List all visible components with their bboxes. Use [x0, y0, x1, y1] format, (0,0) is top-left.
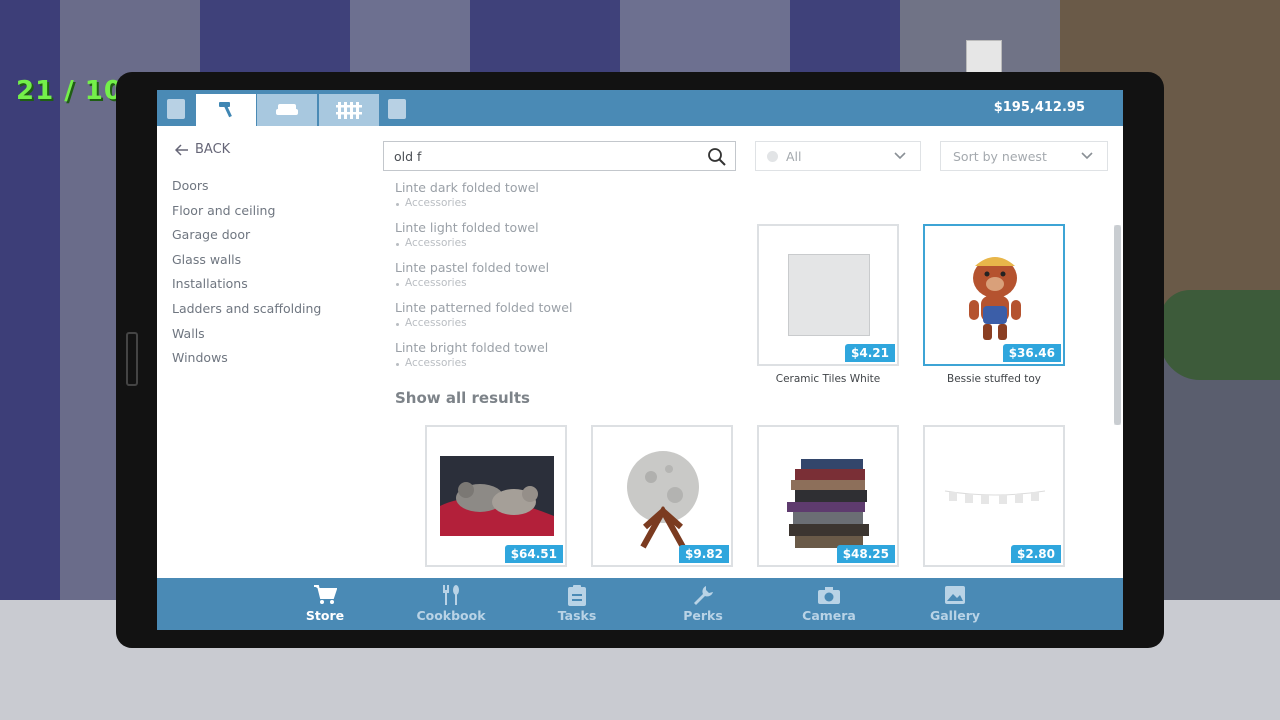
category-item[interactable]: Walls	[172, 322, 321, 347]
category-list: Doors Floor and ceiling Garage door Glas…	[172, 174, 321, 371]
category-item[interactable]: Garage door	[172, 223, 321, 248]
price-badge: $48.25	[836, 545, 895, 563]
search-input[interactable]: old f	[383, 141, 736, 171]
suggestion-name: Linte pastel folded towel	[395, 260, 550, 275]
nav-label: Cookbook	[416, 608, 486, 623]
sort-value: Sort by newest	[953, 148, 1047, 164]
garland-image	[944, 490, 1046, 504]
price-badge: $4.21	[845, 344, 895, 362]
product-name: Ceramic Tiles White	[775, 373, 881, 385]
product-card[interactable]: $4.21	[757, 224, 899, 366]
search-icon[interactable]	[707, 147, 727, 167]
sofa-icon	[276, 104, 298, 115]
suggestion-category: Accessories	[395, 357, 548, 369]
suggestion-category: Accessories	[395, 237, 539, 249]
tab-scroll-left[interactable]	[167, 99, 185, 119]
category-item[interactable]: Doors	[172, 174, 321, 199]
price-badge: $64.51	[504, 545, 563, 563]
moon-lamp-image	[627, 451, 699, 549]
furniture-tab[interactable]	[257, 94, 317, 126]
filter-dot-icon	[767, 150, 778, 162]
product-name: Bessie stuffed toy	[946, 373, 1041, 385]
tablet-side-button	[126, 332, 138, 386]
product-card[interactable]: $2.80	[923, 425, 1065, 567]
suggestion-item[interactable]: Linte bright folded towel Accessories	[395, 340, 548, 369]
price-badge: $36.46	[1002, 344, 1061, 362]
book-stack-image	[787, 459, 869, 548]
category-item[interactable]: Floor and ceiling	[172, 199, 321, 224]
store-screen: $195,412.95 BACK Doors Floor and ceiling…	[157, 90, 1123, 630]
search-query: old f	[394, 149, 422, 164]
cat-photo-image	[440, 456, 554, 536]
chevron-down-icon	[1081, 152, 1093, 160]
nav-store[interactable]: Store	[280, 584, 370, 623]
balance-display: $195,412.95	[993, 100, 1085, 115]
nav-label: Store	[305, 608, 345, 623]
category-item[interactable]: Ladders and scaffolding	[172, 297, 321, 322]
back-button[interactable]: BACK	[175, 142, 230, 157]
suggestion-name: Linte patterned folded towel	[395, 300, 573, 315]
nav-perks[interactable]: Perks	[658, 584, 748, 623]
nav-label: Gallery	[929, 608, 981, 623]
nav-camera[interactable]: Camera	[784, 584, 874, 623]
category-item[interactable]: Glass walls	[172, 248, 321, 273]
category-filter-dropdown[interactable]: All	[755, 141, 921, 171]
suggestion-name: Linte light folded towel	[395, 220, 539, 235]
price-badge: $2.80	[1011, 545, 1061, 563]
product-card-selected[interactable]: $36.46	[923, 224, 1065, 366]
sort-dropdown[interactable]: Sort by newest	[940, 141, 1108, 171]
hammer-icon	[219, 102, 232, 118]
nav-gallery[interactable]: Gallery	[910, 584, 1000, 623]
search-suggestions: Linte dark folded towel Accessories Lint…	[383, 171, 736, 419]
clipboard-icon	[568, 585, 586, 606]
suggestion-item[interactable]: Linte pastel folded towel Accessories	[395, 260, 549, 289]
fence-tab[interactable]	[319, 94, 379, 126]
nav-label: Camera	[802, 608, 856, 623]
nav-label: Tasks	[557, 608, 597, 623]
cart-icon	[314, 585, 337, 604]
suggestion-name: Linte bright folded towel	[395, 340, 549, 355]
suggestion-item[interactable]: Linte light folded towel Accessories	[395, 220, 539, 249]
tab-scroll-right[interactable]	[388, 99, 406, 119]
suggestion-category: Accessories	[395, 317, 572, 329]
suggestion-category: Accessories	[395, 197, 539, 209]
wrench-icon	[694, 586, 713, 605]
category-filter-value: All	[786, 148, 802, 164]
product-card[interactable]: $64.51	[425, 425, 567, 567]
store-topbar: $195,412.95	[157, 90, 1123, 126]
suggestion-item[interactable]: Linte dark folded towel Accessories	[395, 180, 539, 209]
category-item[interactable]: Windows	[172, 346, 321, 371]
cutlery-icon	[443, 585, 459, 605]
arrow-left-icon	[175, 143, 188, 156]
beaver-toy-image	[969, 257, 1021, 340]
nav-tasks[interactable]: Tasks	[532, 584, 622, 623]
suggestion-item[interactable]: Linte patterned folded towel Accessories	[395, 300, 572, 329]
bottom-navigation: Store Cookbook Tasks Perks Camera Galler…	[157, 578, 1123, 630]
suggestion-category: Accessories	[395, 277, 549, 289]
nav-cookbook[interactable]: Cookbook	[406, 584, 496, 623]
price-badge: $9.82	[679, 545, 729, 563]
build-tab[interactable]	[196, 94, 256, 126]
white-tile-image	[788, 254, 870, 336]
show-all-results-link[interactable]: Show all results	[395, 389, 530, 407]
category-item[interactable]: Installations	[172, 272, 321, 297]
fence-icon	[336, 102, 362, 119]
scrollbar-thumb[interactable]	[1114, 225, 1121, 425]
back-label: BACK	[195, 142, 231, 157]
camera-icon	[818, 587, 840, 604]
chevron-down-icon	[894, 152, 906, 160]
product-card[interactable]: $9.82	[591, 425, 733, 567]
nav-label: Perks	[683, 608, 723, 623]
suggestion-name: Linte dark folded towel	[395, 180, 539, 195]
product-card[interactable]: $48.25	[757, 425, 899, 567]
image-icon	[945, 586, 965, 604]
